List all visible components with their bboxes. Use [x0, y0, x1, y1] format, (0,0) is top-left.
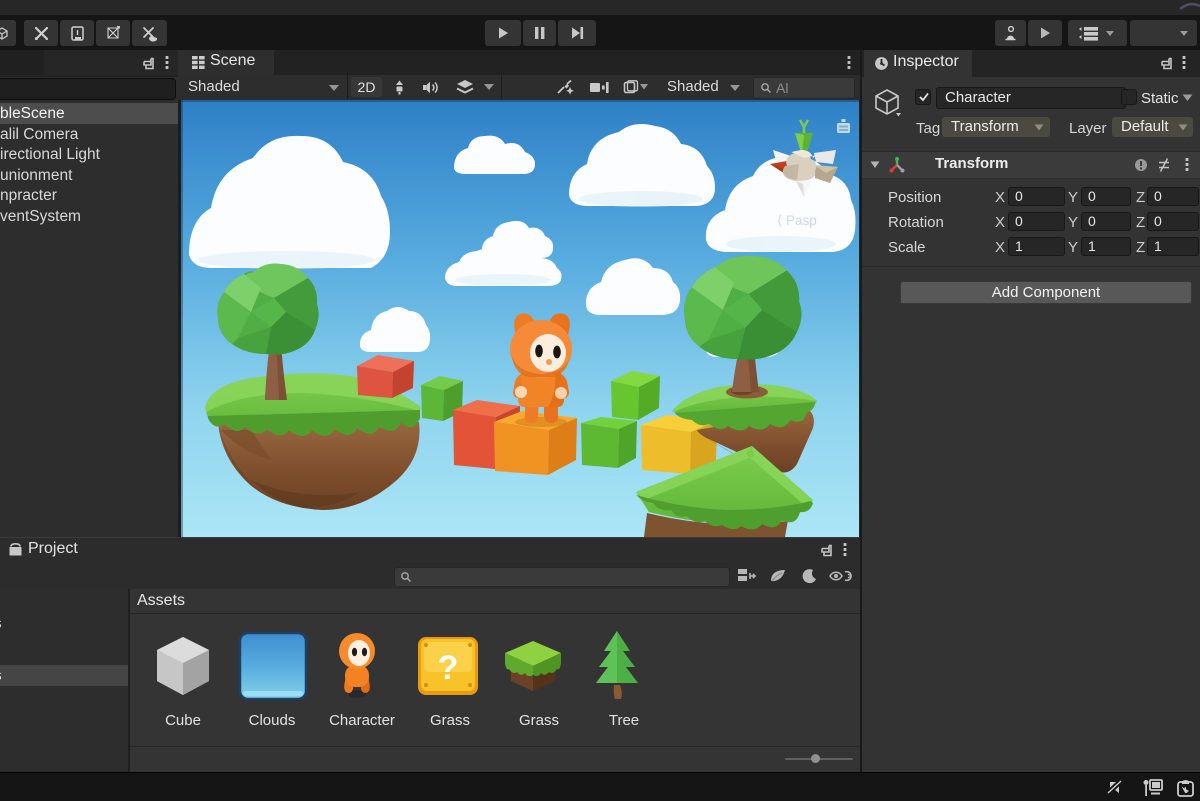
svg-text:?: ?	[438, 649, 459, 687]
svg-text:⟨ Pasp: ⟨ Pasp	[777, 213, 817, 228]
